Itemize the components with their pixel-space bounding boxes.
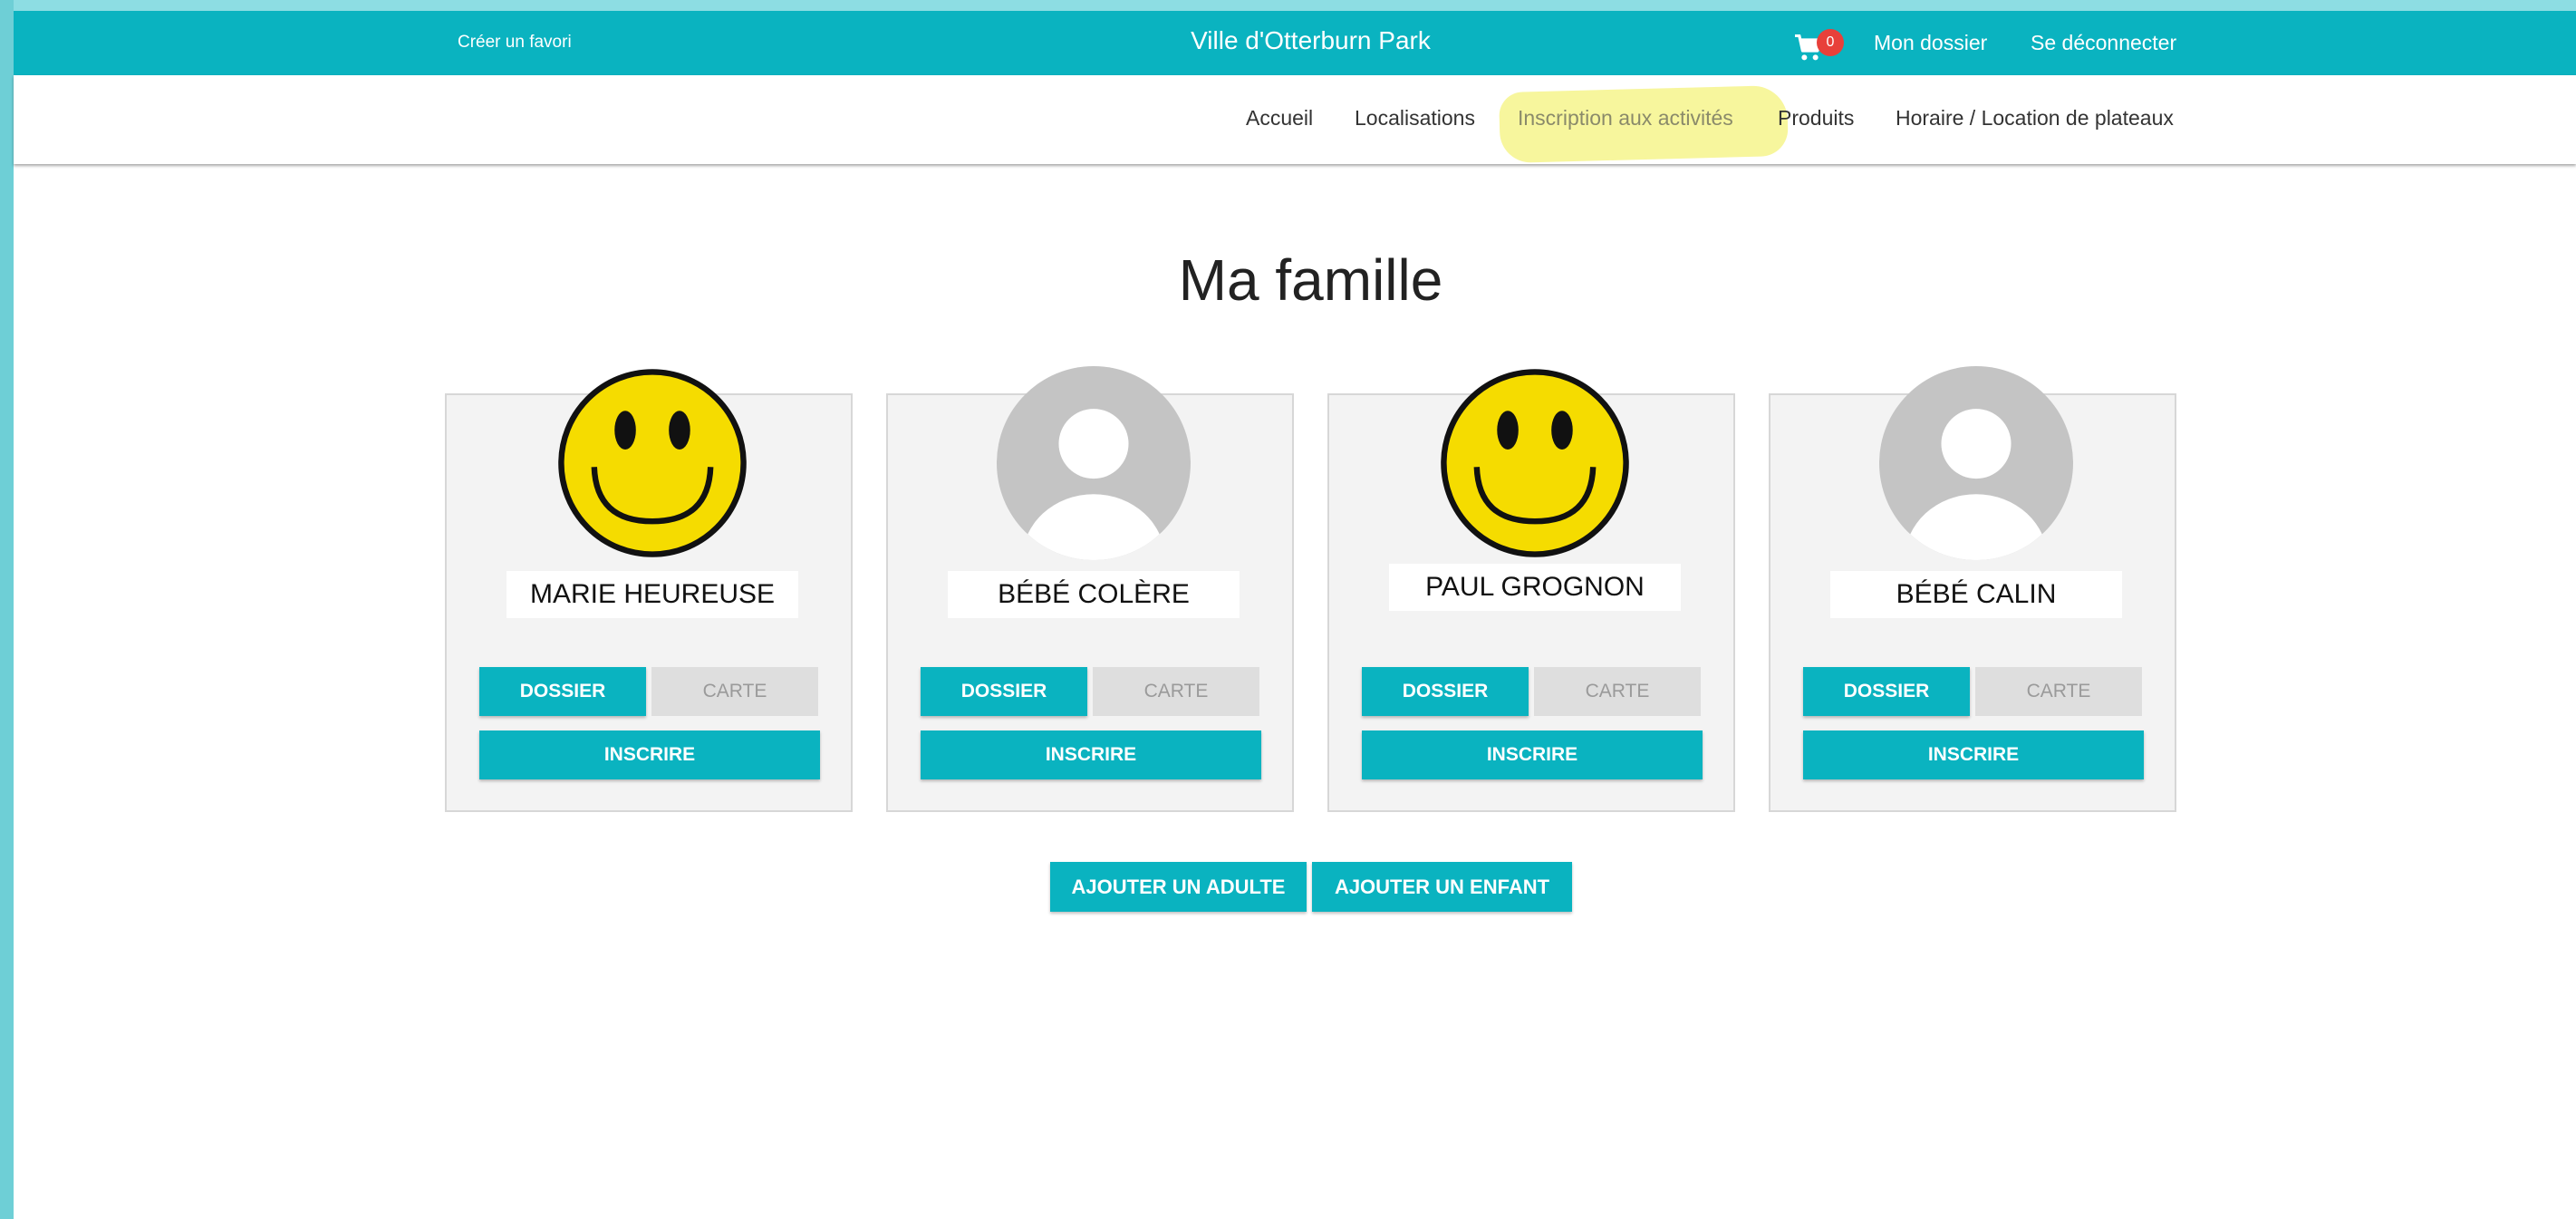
carte-button[interactable]: CARTE <box>1093 667 1259 716</box>
dossier-button[interactable]: DOSSIER <box>1362 667 1529 716</box>
family-member-card: MARIE HEUREUSE DOSSIER CARTE INSCRIRE <box>445 369 853 812</box>
cart-count-badge: 0 <box>1817 29 1844 56</box>
logout-link[interactable]: Se déconnecter <box>2031 31 2176 55</box>
nav-item-home[interactable]: Accueil <box>1246 106 1313 131</box>
smiley-face-icon <box>1441 369 1629 557</box>
member-name: PAUL GROGNON <box>1389 564 1681 611</box>
window-left-edge <box>0 0 14 1219</box>
site-title: Ville d'Otterburn Park <box>1191 26 1431 54</box>
add-adult-button[interactable]: AJOUTER UN ADULTE <box>1050 862 1307 912</box>
nav-item-products[interactable]: Produits <box>1778 106 1854 131</box>
inscrire-button[interactable]: INSCRIRE <box>921 730 1261 779</box>
main-navigation: Accueil Localisations Inscription aux ac… <box>14 75 2576 164</box>
nav-item-locations[interactable]: Localisations <box>1355 106 1475 131</box>
carte-button[interactable]: CARTE <box>1534 667 1701 716</box>
nav-item-schedule-rental[interactable]: Horaire / Location de plateaux <box>1896 106 2174 131</box>
my-account-link[interactable]: Mon dossier <box>1874 31 1987 55</box>
inscrire-button[interactable]: INSCRIRE <box>1362 730 1703 779</box>
window-top-edge <box>0 0 2576 11</box>
add-child-button[interactable]: AJOUTER UN ENFANT <box>1312 862 1572 912</box>
smiley-face-icon <box>558 369 747 557</box>
carte-button[interactable]: CARTE <box>651 667 818 716</box>
dossier-button[interactable]: DOSSIER <box>921 667 1087 716</box>
dossier-button[interactable]: DOSSIER <box>1803 667 1970 716</box>
inscrire-button[interactable]: INSCRIRE <box>1803 730 2144 779</box>
member-name: BÉBÉ COLÈRE <box>948 571 1240 618</box>
member-name: MARIE HEUREUSE <box>507 571 798 618</box>
cart-button[interactable]: 0 <box>1779 22 1844 67</box>
member-name: BÉBÉ CALIN <box>1830 571 2122 618</box>
nav-item-activity-registration[interactable]: Inscription aux activités <box>1518 106 1733 131</box>
family-member-card: PAUL GROGNON DOSSIER CARTE INSCRIRE <box>1327 369 1735 812</box>
carte-button[interactable]: CARTE <box>1975 667 2142 716</box>
default-user-avatar-icon <box>997 366 1191 560</box>
family-member-card: BÉBÉ CALIN DOSSIER CARTE INSCRIRE <box>1769 366 2176 812</box>
top-bar: Créer un favori Ville d'Otterburn Park 0… <box>14 11 2576 75</box>
default-user-avatar-icon <box>1879 366 2073 560</box>
inscrire-button[interactable]: INSCRIRE <box>479 730 820 779</box>
family-member-card: BÉBÉ COLÈRE DOSSIER CARTE INSCRIRE <box>886 366 1294 812</box>
page-title: Ma famille <box>1178 247 1443 313</box>
dossier-button[interactable]: DOSSIER <box>479 667 646 716</box>
